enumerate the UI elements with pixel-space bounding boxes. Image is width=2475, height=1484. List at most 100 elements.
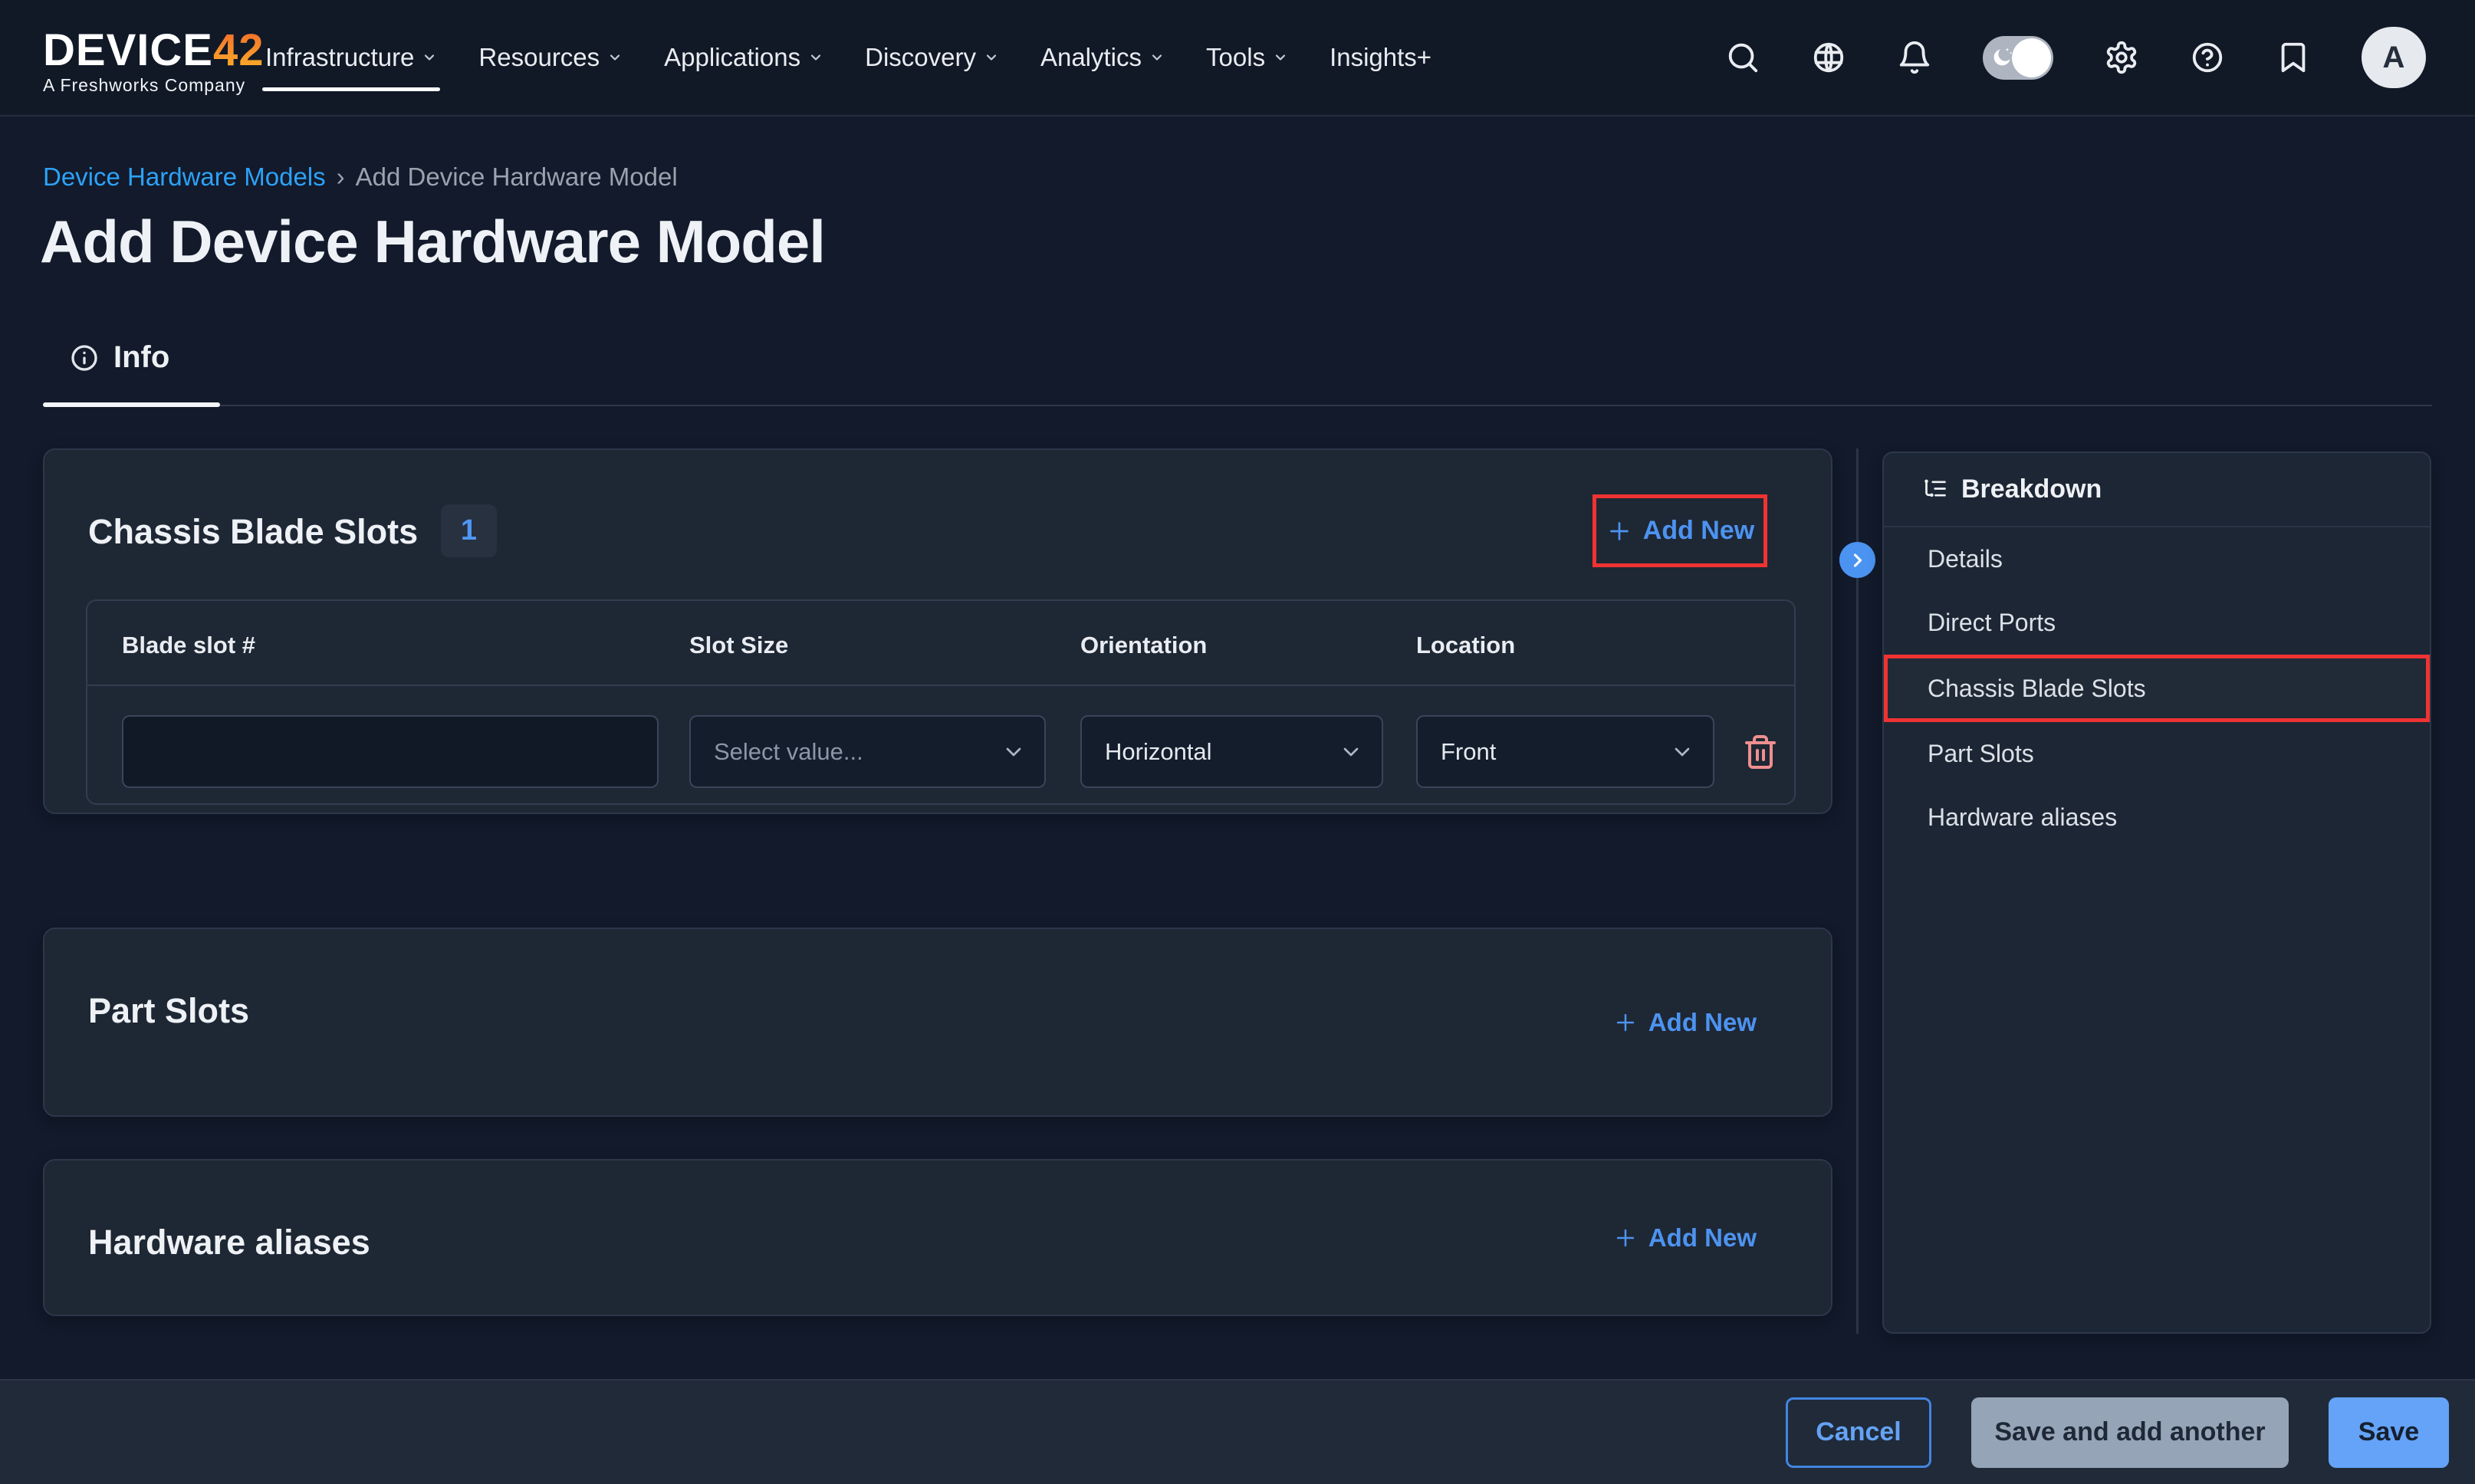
nav-resources[interactable]: Resources <box>478 0 623 115</box>
nav-resources-label: Resources <box>478 43 600 72</box>
brand-logo[interactable]: DEVICE42 A Freshworks Company <box>43 28 264 96</box>
delete-row-button[interactable] <box>1742 731 1780 773</box>
nav-tools[interactable]: Tools <box>1206 0 1288 115</box>
page-title: Add Device Hardware Model <box>40 207 825 277</box>
column-blade-slot: Blade slot # <box>122 632 255 659</box>
plus-icon <box>1612 1225 1638 1251</box>
breadcrumb-separator: › <box>337 163 345 192</box>
hardware-aliases-add-new-label: Add New <box>1648 1223 1757 1253</box>
chassis-section-title: Chassis Blade Slots <box>88 512 418 552</box>
nav-discovery-label: Discovery <box>865 43 976 72</box>
chevron-down-icon <box>1670 740 1694 764</box>
gear-icon[interactable] <box>2104 40 2139 75</box>
chassis-add-new-button[interactable]: Add New <box>1606 516 1754 546</box>
toggle-knob <box>2012 38 2051 77</box>
chevron-down-icon <box>607 50 623 65</box>
tab-info-label: Info <box>113 340 169 375</box>
collapse-sidebar-button[interactable] <box>1839 542 1875 578</box>
main-menu: Infrastructure Resources Applications Di… <box>265 0 1431 115</box>
chassis-table-header: Blade slot # Slot Size Orientation Locat… <box>87 601 1794 686</box>
user-avatar[interactable]: A <box>2362 27 2426 88</box>
brand-wordmark: DEVICE42 <box>43 28 264 74</box>
breakdown-header: Breakdown <box>1884 453 2430 527</box>
column-slot-size: Slot Size <box>689 632 788 659</box>
bell-icon[interactable] <box>1897 40 1932 75</box>
breakdown-item-chassis-blade-slots[interactable]: Chassis Blade Slots <box>1884 655 2430 722</box>
breadcrumb-link[interactable]: Device Hardware Models <box>43 163 326 192</box>
hardware-aliases-title: Hardware aliases <box>88 1223 370 1262</box>
nav-insights-label: Insights+ <box>1330 43 1431 72</box>
chevron-down-icon <box>1273 50 1288 65</box>
breakdown-item-details[interactable]: Details <box>1884 527 2430 591</box>
part-slots-add-new-label: Add New <box>1648 1008 1757 1037</box>
help-icon[interactable] <box>2190 40 2225 75</box>
theme-toggle[interactable] <box>1983 36 2053 80</box>
orientation-select[interactable]: Horizontal <box>1080 715 1383 788</box>
trash-icon <box>1742 732 1779 772</box>
top-navbar: DEVICE42 A Freshworks Company Infrastruc… <box>0 0 2475 117</box>
chassis-count-badge: 1 <box>441 504 497 557</box>
chevron-down-icon <box>1339 740 1363 764</box>
column-location: Location <box>1416 632 1515 659</box>
breakdown-item-hardware-aliases[interactable]: Hardware aliases <box>1884 786 2430 849</box>
breakdown-title: Breakdown <box>1961 474 2102 504</box>
nav-infrastructure[interactable]: Infrastructure <box>265 0 437 115</box>
breadcrumb-current: Add Device Hardware Model <box>356 163 678 192</box>
chevron-down-icon <box>1149 50 1165 65</box>
hardware-aliases-add-new-button[interactable]: Add New <box>1612 1223 1757 1253</box>
nav-insights[interactable]: Insights+ <box>1330 0 1431 115</box>
brand-42-text: 42 <box>213 25 265 75</box>
tabs-divider <box>43 405 2432 406</box>
plus-icon <box>1606 517 1633 545</box>
search-icon[interactable] <box>1725 40 1760 75</box>
action-footer: Cancel Save and add another Save <box>0 1379 2475 1484</box>
part-slots-card: Part Slots Add New <box>43 927 1832 1117</box>
location-value: Front <box>1441 738 1496 766</box>
nav-applications-label: Applications <box>664 43 800 72</box>
info-icon <box>69 343 100 373</box>
location-select[interactable]: Front <box>1416 715 1714 788</box>
cancel-button[interactable]: Cancel <box>1786 1397 1931 1468</box>
breakdown-list: Details Direct Ports Chassis Blade Slots… <box>1884 527 2430 849</box>
brand-tagline: A Freshworks Company <box>43 75 264 96</box>
save-button[interactable]: Save <box>2329 1397 2449 1468</box>
content-sidebar-divider <box>1856 448 1859 1334</box>
chevron-down-icon <box>808 50 823 65</box>
chevron-down-icon <box>984 50 999 65</box>
chassis-blade-slots-card: Chassis Blade Slots 1 Add New Blade slot… <box>43 448 1832 814</box>
chassis-add-new-label: Add New <box>1643 516 1754 546</box>
annotation-box-add-new: Add New <box>1592 494 1767 567</box>
save-and-add-another-button[interactable]: Save and add another <box>1971 1397 2289 1468</box>
nav-applications[interactable]: Applications <box>664 0 823 115</box>
part-slots-title: Part Slots <box>88 991 249 1031</box>
chevron-down-icon <box>422 50 437 65</box>
nav-infrastructure-label: Infrastructure <box>265 43 414 72</box>
nav-analytics-label: Analytics <box>1040 43 1142 72</box>
globe-icon[interactable] <box>1811 40 1846 75</box>
plus-icon <box>1612 1010 1638 1036</box>
bookmark-icon[interactable] <box>2276 40 2311 75</box>
breakdown-item-direct-ports[interactable]: Direct Ports <box>1884 591 2430 655</box>
slot-size-placeholder: Select value... <box>714 738 863 766</box>
blade-slot-input[interactable] <box>122 715 659 788</box>
chevron-down-icon <box>1001 740 1026 764</box>
hardware-aliases-card: Hardware aliases Add New <box>43 1159 1832 1316</box>
tab-info[interactable]: Info <box>69 340 169 375</box>
navbar-actions: A <box>1725 0 2426 115</box>
slot-size-select[interactable]: Select value... <box>689 715 1046 788</box>
chassis-slots-table: Blade slot # Slot Size Orientation Locat… <box>86 599 1796 805</box>
brand-device-text: DEVICE <box>43 25 213 75</box>
part-slots-add-new-button[interactable]: Add New <box>1612 1008 1757 1037</box>
active-tab-underline <box>43 402 220 407</box>
tree-icon <box>1921 476 1948 504</box>
chevron-right-icon <box>1847 550 1869 571</box>
nav-discovery[interactable]: Discovery <box>865 0 999 115</box>
breadcrumb: Device Hardware Models › Add Device Hard… <box>43 163 678 192</box>
nav-analytics[interactable]: Analytics <box>1040 0 1165 115</box>
breakdown-sidebar: Breakdown Details Direct Ports Chassis B… <box>1882 451 2431 1334</box>
orientation-value: Horizontal <box>1105 738 1212 766</box>
breakdown-item-part-slots[interactable]: Part Slots <box>1884 722 2430 786</box>
column-orientation: Orientation <box>1080 632 1207 659</box>
nav-tools-label: Tools <box>1206 43 1265 72</box>
moon-icon <box>1990 45 2014 70</box>
